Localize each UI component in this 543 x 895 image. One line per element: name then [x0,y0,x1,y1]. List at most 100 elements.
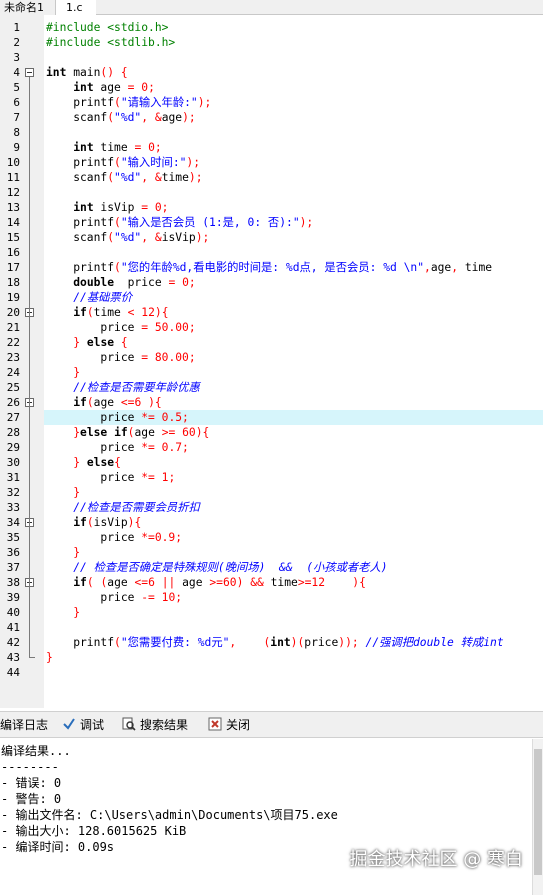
code-token: time [263,576,298,589]
tab-close[interactable]: 关闭 [208,716,250,734]
tab-compile-log[interactable]: 编译日志 [0,716,48,734]
line-number-row: 5 [0,80,44,95]
code-line[interactable]: } else{ [46,455,121,470]
code-token: ; [161,201,169,214]
code-line[interactable]: if(age <=6 ){ [46,395,162,410]
code-token: int [270,636,291,649]
line-number-row: 42 [0,635,44,650]
code-token: if [73,306,87,319]
code-token: >= [161,426,176,439]
fold-toggle-icon[interactable] [25,68,34,77]
code-line[interactable]: #include <stdlib.h> [46,35,175,50]
code-line[interactable]: printf("输入时间:"); [46,155,200,170]
code-token: age [430,261,452,274]
code-token: isVip [93,201,142,214]
tab-1-c[interactable]: 1.c [56,0,96,15]
code-area[interactable]: #include <stdio.h> #include <stdlib.h> int… [44,15,543,708]
line-number-row: 18 [0,275,44,290]
code-token: #include <stdlib.h> [46,36,176,49]
tab-untitled-1[interactable]: 未命名1 [0,0,56,15]
log-scrollbar[interactable] [532,739,543,895]
code-line[interactable]: price = 50.00; [46,320,195,335]
code-line[interactable]: //检查是否需要年龄优惠 [46,380,200,395]
code-line[interactable]: printf("您需要付费: %d元", (int)(price)); //强调… [46,635,503,650]
code-line[interactable]: scanf("%d", &time); [46,170,202,185]
line-number: 28 [6,426,20,439]
code-line[interactable]: price *= 0.7; [46,440,188,455]
code-token: price [46,591,142,604]
code-token: ( [114,156,121,169]
code-line[interactable]: scanf("%d", &age); [46,110,196,125]
line-number: 21 [6,321,20,334]
code-line[interactable]: int age = 0; [46,80,155,95]
code-line[interactable]: #include <stdio.h> [46,20,168,35]
log-line: 编译结果... [1,744,71,758]
code-token: ); [299,216,314,229]
code-line[interactable]: printf("请输入年龄:"); [46,95,211,110]
code-token: printf [46,216,115,229]
code-line[interactable]: price = 80.00; [46,350,195,365]
code-line[interactable]: }else if(age >= 60){ [46,425,209,440]
code-line[interactable]: int isVip = 0; [46,200,168,215]
code-line[interactable]: double price = 0; [46,275,195,290]
code-line[interactable]: //基础票价 [46,290,132,305]
tab-debug[interactable]: 调试 [62,716,104,734]
code-token: else [86,456,115,469]
code-line[interactable]: } [46,545,80,560]
code-line[interactable]: price *=0.9; [46,530,182,545]
code-editor[interactable]: 1 2 3 4 5 6 7 8 9 10 11 12 13 14 15 16 17 18 19 20 21 22 23 24 2… [0,15,543,708]
code-token: price [46,321,142,334]
code-line[interactable]: // 检查是否确定是特殊规则(晚间场) && (小孩或者老人) [46,560,387,575]
code-line[interactable]: if( (age <=6 || age >=60) && time>=12 ){ [46,575,366,590]
line-number: 39 [6,591,20,604]
code-line[interactable]: } [46,605,80,620]
line-number-row: 6 [0,95,44,110]
line-number-row: 12 [0,185,44,200]
log-line: - 警告: 0 [1,792,62,806]
code-line[interactable]: int main() { [46,65,128,80]
code-line[interactable]: //检查是否需要会员折扣 [46,500,200,515]
line-number: 38 [6,576,20,589]
code-token: <= [120,396,135,409]
code-line[interactable]: } [46,365,80,380]
code-line[interactable]: price -= 10; [46,590,182,605]
code-line[interactable]: price *= 0.5; [46,410,188,425]
code-token: if [73,516,87,529]
line-number-row: 17 [0,260,44,275]
line-number: 29 [6,441,20,454]
code-line[interactable]: if(isVip){ [46,515,141,530]
line-number-row: 30 [0,455,44,470]
tab-compile-log-label: 编译日志 [0,718,49,732]
line-number-row: 19 [0,290,44,305]
code-token: ; [148,81,155,94]
code-token: ( [107,171,115,184]
code-token: "请输入年龄:" [120,96,198,109]
line-number-row: 29 [0,440,44,455]
code-token: "您需要付费: %d元" [120,636,230,649]
code-token: if [114,426,128,439]
log-line: - 编译时间: 0.09s [1,840,115,854]
code-line[interactable]: scanf("%d", &isVip); [46,230,209,245]
code-line[interactable]: price *= 1; [46,470,175,485]
code-token: } [73,366,81,379]
code-line[interactable]: } [46,650,53,665]
tab-search-results[interactable]: 搜索结果 [122,716,188,734]
code-token: ); [197,96,212,109]
code-line[interactable]: printf("输入是否会员 (1:是, 0: 否):"); [46,215,313,230]
code-line[interactable]: if(time < 12){ [46,305,168,320]
line-number-row: 7 [0,110,44,125]
code-line[interactable]: } [46,485,80,500]
code-line[interactable]: } else { [46,335,127,350]
code-token: printf [46,156,115,169]
code-line[interactable]: printf("您的年龄%d,看电影的时间是: %d点, 是否会员: %d \n… [46,260,492,275]
code-token: *= [141,411,155,424]
code-line[interactable]: int time = 0; [46,140,161,155]
log-scrollbar-thumb[interactable] [534,749,542,875]
code-token: >= [297,576,312,589]
